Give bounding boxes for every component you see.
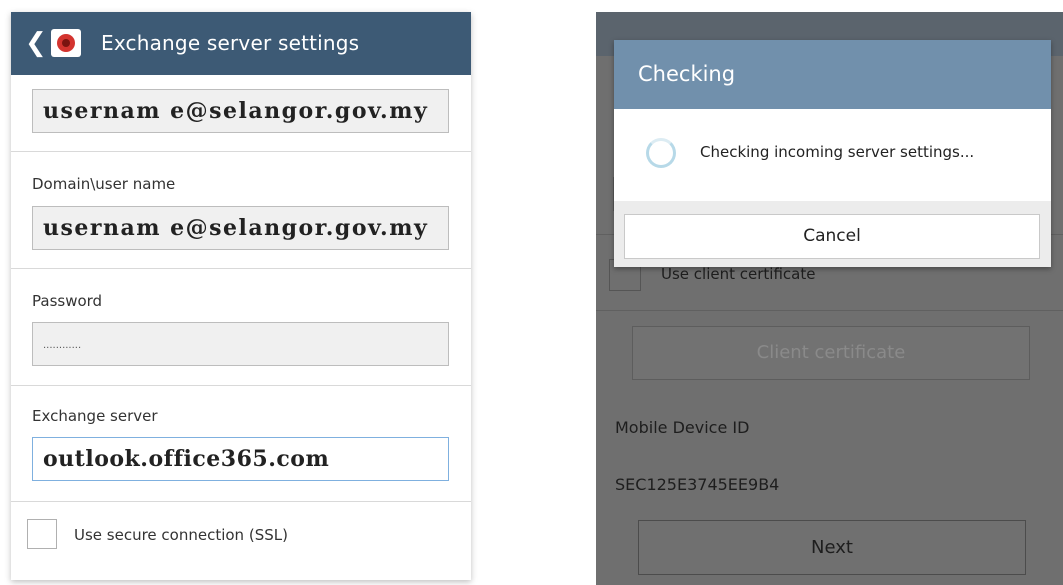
ssl-label: Use secure connection (SSL) [74,526,288,544]
dialog-footer: Cancel [614,201,1051,267]
mobile-device-id-label: Mobile Device ID [615,418,750,437]
dialog-title: Checking [638,62,736,86]
divider [596,310,1063,311]
dialog-header: Checking [614,40,1051,109]
checking-screen: Use client certificate Client certificat… [596,12,1063,585]
dialog-message: Checking incoming server settings... [700,143,975,161]
exchange-server-field[interactable]: outlook.office365.com [32,437,449,481]
checking-dialog: Checking Checking incoming server settin… [614,40,1051,267]
divider [11,268,471,269]
back-chevron-icon[interactable]: ❮ [25,28,47,58]
loading-spinner-icon [646,138,676,168]
password-field[interactable]: ············ [32,322,449,366]
app-bar: ❮ Exchange server settings [11,12,471,75]
next-button[interactable]: Next [638,520,1026,575]
client-certificate-checkbox-label: Use client certificate [661,265,816,283]
ssl-checkbox[interactable] [27,519,57,549]
exchange-app-icon [51,29,81,57]
mobile-device-id-value: SEC125E3745EE9B4 [615,475,780,494]
password-label: Password [32,292,103,310]
email-field[interactable]: usernam e@selangor.gov.my [32,89,449,133]
domain-user-label: Domain\user name [32,175,176,193]
exchange-server-label: Exchange server [32,407,158,425]
domain-user-field[interactable]: usernam e@selangor.gov.my [32,206,449,250]
password-value: ············ [43,343,82,354]
divider [11,501,471,502]
divider [11,151,471,152]
client-certificate-button[interactable]: Client certificate [632,326,1030,380]
divider [11,385,471,386]
page-title: Exchange server settings [101,31,360,55]
cancel-button[interactable]: Cancel [624,214,1040,259]
exchange-settings-screen: ❮ Exchange server settings usernam e@sel… [11,12,471,580]
dialog-body: Checking incoming server settings... [614,109,1051,201]
